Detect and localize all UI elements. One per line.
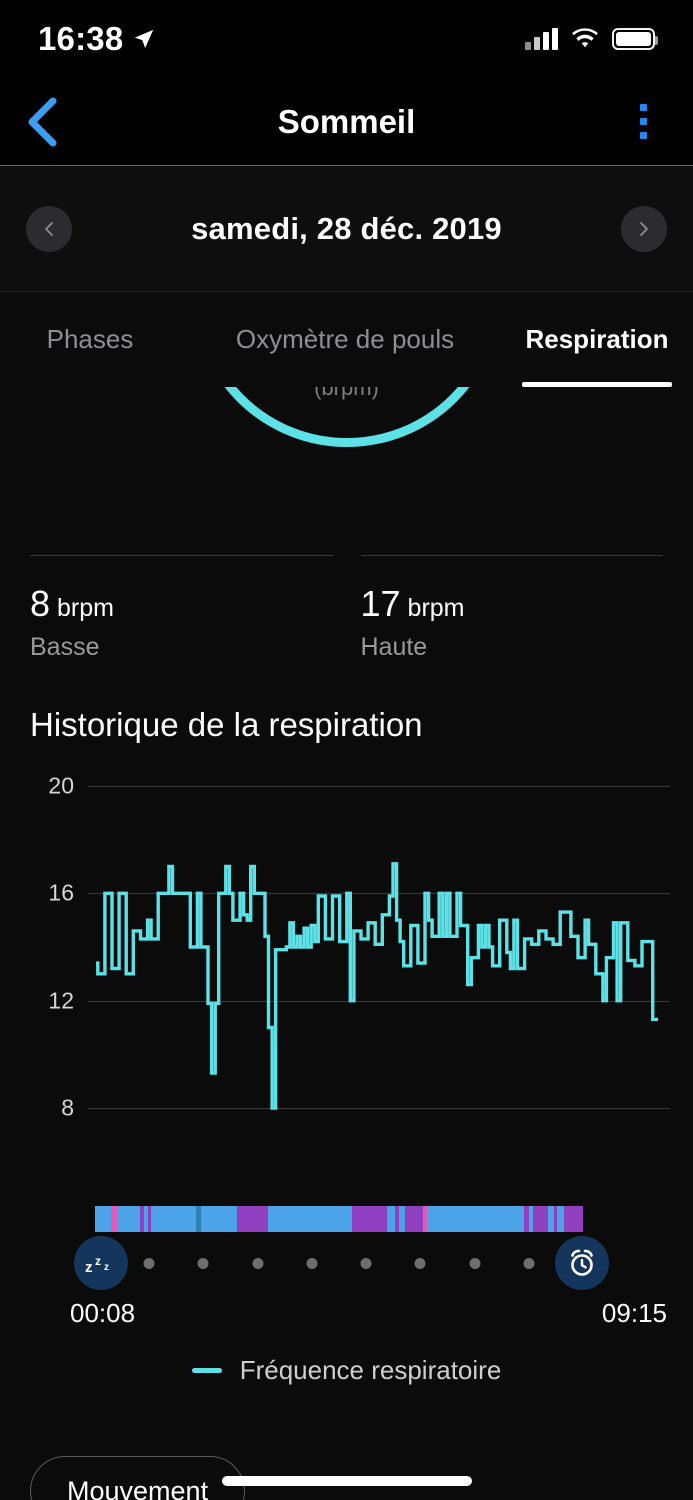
chart-y-axis-label: 20	[48, 772, 74, 799]
timeline-tick-dot	[414, 1258, 426, 1269]
stat-unit: brpm	[57, 594, 114, 622]
sleep-phase-segment-rem	[533, 1206, 549, 1232]
sleep-phase-segment-light	[387, 1206, 395, 1232]
sleep-zzz-icon: z z z	[85, 1254, 109, 1275]
stats-row: 8 brpm Basse 17 brpm Haute	[0, 555, 693, 662]
sleep-phase-segment-light	[201, 1206, 237, 1232]
back-button[interactable]	[14, 94, 70, 150]
stat-caption: Basse	[30, 633, 100, 661]
sleep-phase-segment-light	[95, 1206, 111, 1232]
divider	[360, 555, 663, 556]
sleep-start-time: 00:08	[70, 1298, 136, 1328]
battery-full-icon	[612, 28, 658, 50]
chart-plot	[96, 862, 658, 1110]
chevron-right-icon	[640, 222, 648, 236]
chevron-left-icon	[28, 97, 57, 146]
more-vertical-icon-dot	[639, 104, 647, 111]
phone-screen: 16:38 Sommeil samedi, 28 déc. 2019 Phase…	[0, 0, 693, 1500]
legend-label: Fréquence respiratoire	[239, 1355, 502, 1385]
sleep-phase-segment-rem	[563, 1206, 583, 1232]
timeline-tick-dot	[143, 1258, 155, 1269]
legend-line-swatch	[191, 1368, 222, 1373]
timeline-tick-dot	[252, 1258, 264, 1269]
status-bar-right	[525, 28, 658, 50]
tab-respiration[interactable]: Respiration	[522, 292, 672, 387]
previous-day-button[interactable]	[26, 206, 72, 252]
stat-caption: Haute	[360, 633, 428, 661]
timeline-tick-dot	[523, 1258, 535, 1269]
svg-text:z: z	[104, 1262, 109, 1273]
timeline-tick-dot	[306, 1258, 318, 1269]
sleep-phase-segment-rem	[405, 1206, 424, 1232]
timeline-tick-dot	[469, 1258, 481, 1269]
sleep-phase-segment-rem	[352, 1206, 388, 1232]
respiration-chart: 20 16 12 8	[0, 768, 693, 1128]
tab-label: Phases	[46, 324, 134, 354]
sleep-phase-segment-awake	[110, 1206, 118, 1232]
sleep-timeline[interactable]: z z z 00:08 09:15	[0, 1206, 693, 1328]
chart-y-axis-label: 12	[48, 987, 74, 1014]
stat-value: 8	[30, 583, 51, 624]
chart-y-axis-label: 8	[61, 1094, 74, 1121]
chart-legend: Fréquence respiratoire	[0, 1355, 693, 1386]
sleep-phase-segment-light	[117, 1206, 141, 1232]
tab-label: Respiration	[525, 324, 669, 354]
sleep-end-time: 09:15	[601, 1298, 667, 1328]
overflow-menu-button[interactable]	[623, 98, 663, 146]
more-vertical-icon-dot	[639, 132, 647, 139]
wifi-icon	[572, 28, 598, 48]
stat-high: 17 brpm Haute	[360, 555, 664, 662]
nav-bar: Sommeil	[0, 78, 693, 166]
current-date-label: samedi, 28 déc. 2019	[191, 211, 502, 246]
svg-text:z: z	[95, 1254, 101, 1268]
svg-text:z: z	[85, 1259, 93, 1275]
scroll-content[interactable]: (brpm) 8 brpm Basse 17 brpm Haute Historiq…	[0, 387, 693, 1500]
timeline-tick-dot	[360, 1258, 372, 1269]
chart-y-axis-label: 16	[48, 879, 74, 906]
location-arrow-icon	[135, 29, 154, 49]
next-day-button[interactable]	[621, 206, 667, 252]
home-indicator	[221, 1476, 472, 1486]
tab-bar: Phases Oxymètre de pouls Respiration	[0, 292, 693, 387]
sleep-phase-segment-light	[557, 1206, 564, 1232]
page-title: Sommeil	[277, 102, 416, 140]
stat-unit: brpm	[407, 594, 465, 622]
cellular-signal-icon	[525, 28, 558, 50]
tab-pulse-oximeter[interactable]: Oxymètre de pouls	[200, 292, 490, 387]
sleep-phase-segment-light	[151, 1206, 196, 1232]
respiration-gauge: (brpm)	[0, 387, 693, 497]
status-bar-time: 16:38	[38, 20, 124, 57]
timeline-tick-dots	[95, 1258, 583, 1270]
more-vertical-icon-dot	[639, 118, 647, 125]
divider	[30, 555, 333, 556]
sleep-start-marker[interactable]: z z z	[74, 1236, 128, 1290]
timeline-tick-dot	[197, 1258, 209, 1269]
sleep-phase-segment-light	[427, 1206, 524, 1232]
chevron-left-icon	[45, 222, 53, 236]
sleep-phase-segment-light	[267, 1206, 353, 1232]
history-section-title: Historique de la respiration	[30, 706, 423, 743]
tab-phases[interactable]: Phases	[20, 292, 160, 387]
gauge-arc	[191, 387, 502, 447]
stat-low: 8 brpm Basse	[30, 555, 333, 662]
stat-value-row: 8 brpm	[30, 586, 333, 622]
movement-button[interactable]: Mouvement	[30, 1456, 246, 1500]
tab-label: Oxymètre de pouls	[235, 324, 455, 354]
alarm-clock-icon	[571, 1249, 593, 1276]
stat-value: 17	[360, 583, 401, 624]
stat-value-row: 17 brpm	[361, 586, 664, 622]
status-bar-left: 16:38	[38, 20, 155, 58]
date-navigation: samedi, 28 déc. 2019	[0, 167, 693, 292]
sleep-phase-bar[interactable]	[95, 1206, 583, 1232]
wake-end-marker[interactable]	[555, 1236, 609, 1290]
status-bar: 16:38	[0, 0, 693, 78]
sleep-phase-segment-rem	[236, 1206, 268, 1232]
